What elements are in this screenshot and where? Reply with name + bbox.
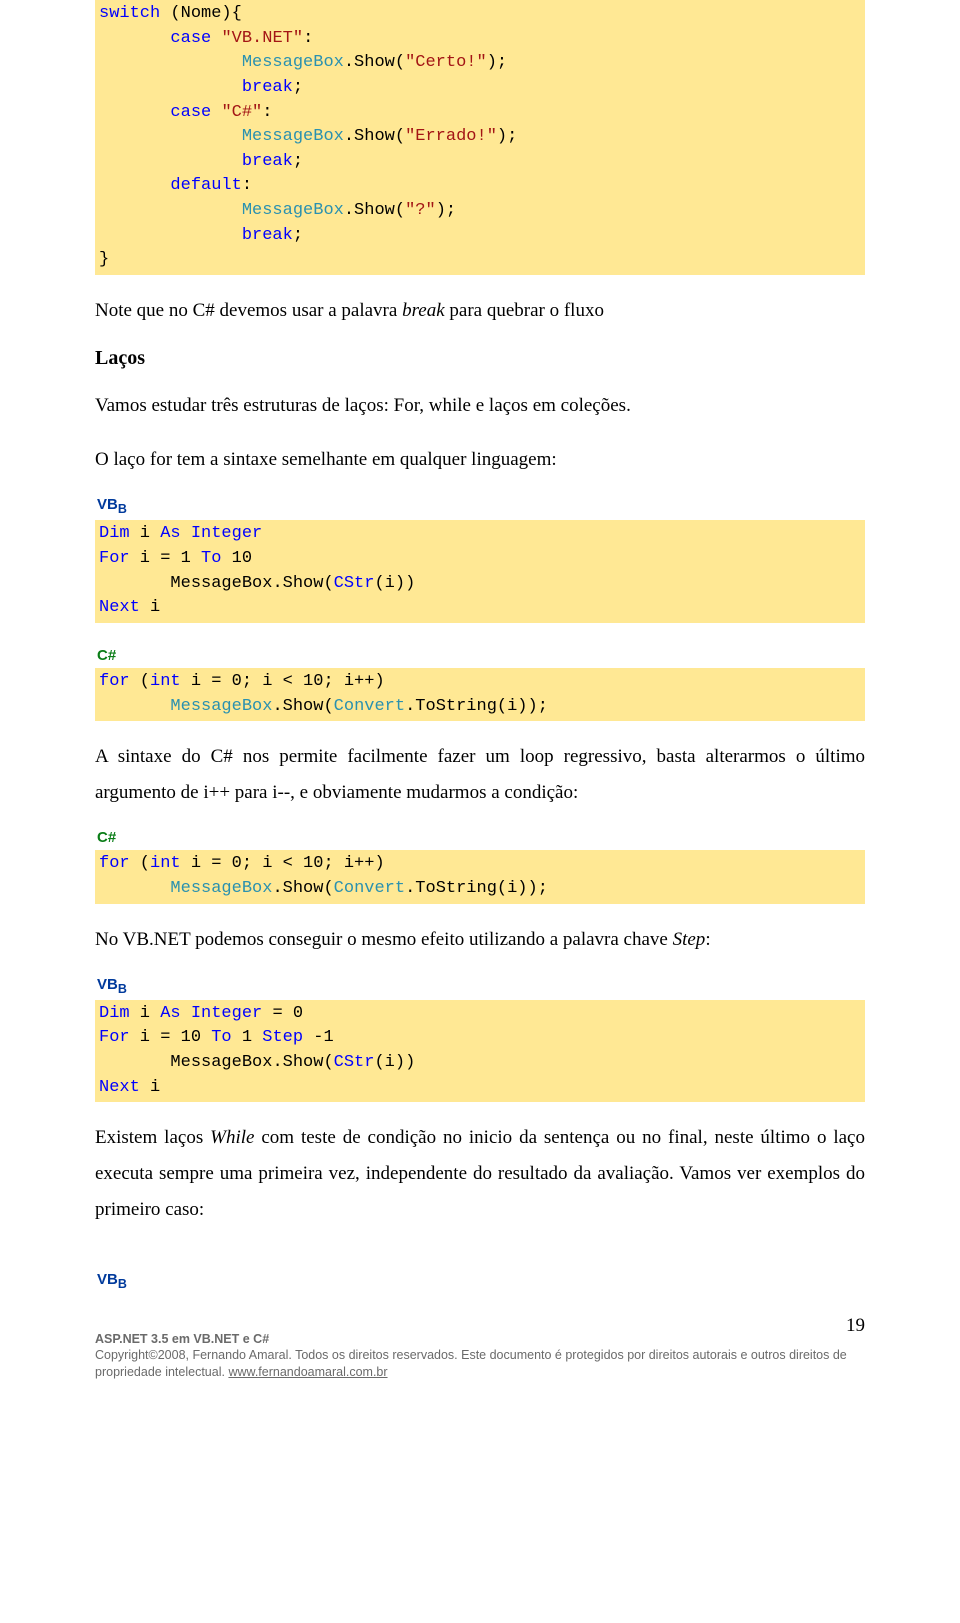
code-block-vb-for: Dim i As Integer For i = 1 To 10 Message… bbox=[95, 520, 865, 623]
csharp-icon: C# bbox=[95, 647, 865, 664]
vb-icon: VBB bbox=[95, 496, 865, 516]
footer: 19 ASP.NET 3.5 em VB.NET e C# Copyright©… bbox=[95, 1331, 865, 1382]
vb-icon: VBB bbox=[95, 976, 865, 996]
paragraph-break-note: Note que no C# devemos usar a palavra br… bbox=[95, 293, 865, 329]
paragraph-while: Existem laços While com teste de condiçã… bbox=[95, 1120, 865, 1228]
code-block-csharp-for: for (int i = 0; i < 10; i++) MessageBox.… bbox=[95, 668, 865, 721]
paragraph-for-intro: O laço for tem a sintaxe semelhante em q… bbox=[95, 442, 865, 478]
code-block-vb-step: Dim i As Integer = 0 For i = 10 To 1 Ste… bbox=[95, 1000, 865, 1103]
vb-icon: VBB bbox=[95, 1271, 865, 1291]
footer-copyright: Copyright©2008, Fernando Amaral. Todos o… bbox=[95, 1348, 847, 1379]
footer-title: ASP.NET 3.5 em VB.NET e C# bbox=[95, 1332, 269, 1346]
paragraph-estruturas: Vamos estudar três estruturas de laços: … bbox=[95, 388, 865, 424]
footer-link[interactable]: www.fernandoamaral.com.br bbox=[228, 1365, 387, 1379]
paragraph-step: No VB.NET podemos conseguir o mesmo efei… bbox=[95, 922, 865, 958]
heading-lacos: Laços bbox=[95, 347, 865, 370]
page-number: 19 bbox=[846, 1313, 865, 1339]
paragraph-regressivo: A sintaxe do C# nos permite facilmente f… bbox=[95, 739, 865, 811]
code-block-csharp-for-2: for (int i = 0; i < 10; i++) MessageBox.… bbox=[95, 850, 865, 903]
code-block-switch: switch (Nome){ case "VB.NET": MessageBox… bbox=[95, 0, 865, 275]
csharp-icon: C# bbox=[95, 829, 865, 846]
